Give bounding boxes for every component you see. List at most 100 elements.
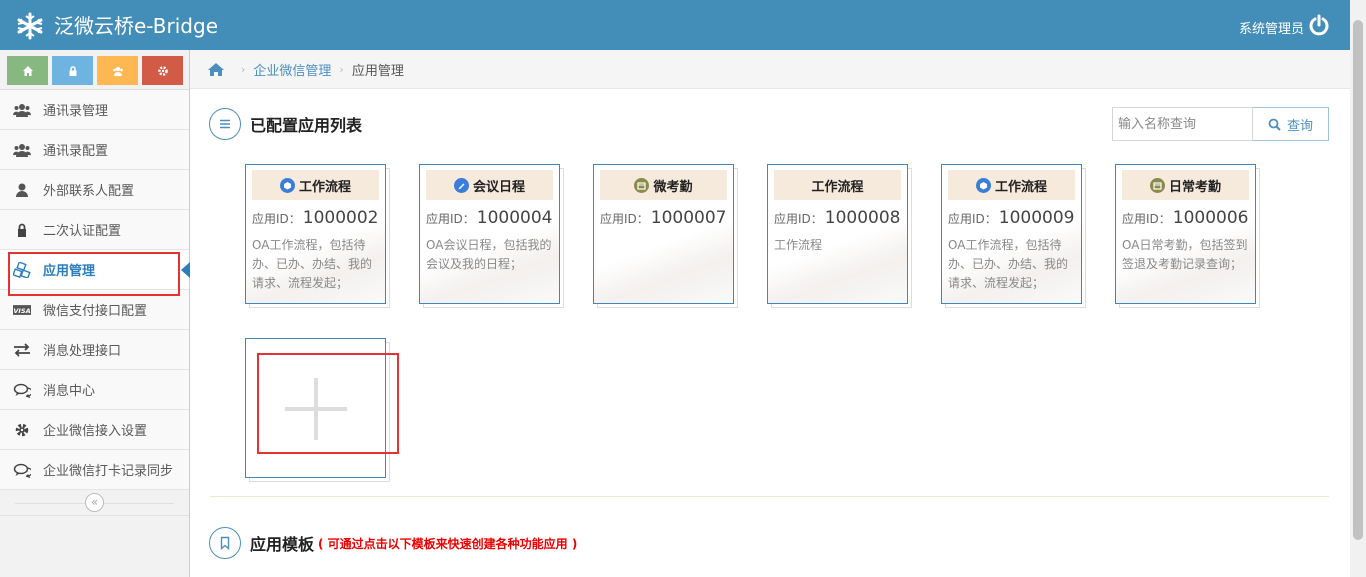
app-description: 工作流程 xyxy=(774,238,823,252)
sidebar-item-label: 微信支付接口配置 xyxy=(43,304,148,319)
sidebar-item-message-interface[interactable]: 消息处理接口 xyxy=(0,330,189,370)
user-icon xyxy=(16,183,28,197)
list-icon xyxy=(220,119,230,129)
sidebar-item-label: 消息中心 xyxy=(43,384,96,399)
app-description: OA工作流程，包括待办、已办、办结、我的请求、流程发起； xyxy=(252,238,373,290)
logo[interactable]: 泛微云桥e-Bridge xyxy=(14,11,218,41)
sidebar-collapse-row: « xyxy=(0,490,189,516)
gear-icon xyxy=(15,423,29,436)
shortcut-settings-button[interactable] xyxy=(142,56,183,85)
bookmark-icon xyxy=(220,536,230,550)
search-icon xyxy=(1268,118,1281,131)
shortcut-home-button[interactable] xyxy=(7,56,48,85)
app-card-body[interactable]: 会议日程 应用ID： 1000004 OA会议日程，包括我的会议及我的日程； xyxy=(419,164,560,304)
app-id-row: 应用ID： 1000007 xyxy=(600,208,727,228)
users-icon xyxy=(112,66,123,76)
home-icon[interactable] xyxy=(207,62,225,77)
home-icon xyxy=(22,65,33,76)
sidebar-item-wecom-clockin-sync[interactable]: 企业微信打卡记录同步 xyxy=(0,450,189,490)
app-id-value: 1000002 xyxy=(302,208,379,228)
sidebar-item-label: 二次认证配置 xyxy=(43,224,122,239)
app-card-body[interactable]: 工作流程 应用ID： 1000008 工作流程 xyxy=(767,164,908,304)
breadcrumb-item-app-manage: 应用管理 xyxy=(351,63,404,79)
lock-icon xyxy=(69,65,76,76)
sidebar-item-2fa[interactable]: 二次认证配置 xyxy=(0,210,189,250)
page-scrollbar[interactable] xyxy=(1350,0,1366,577)
app-card-header: 工作流程 xyxy=(252,170,379,200)
section-title: 已配置应用列表 xyxy=(250,116,363,135)
app-card-body[interactable]: 工作流程 应用ID： 1000002 OA工作流程，包括待办、已办、办结、我的请求… xyxy=(245,164,386,304)
power-icon[interactable] xyxy=(1308,14,1330,36)
app-id-value: 1000007 xyxy=(650,208,727,228)
app-card-body[interactable]: 工作流程 应用ID： 1000009 OA工作流程，包括待办、已办、办结、我的请求… xyxy=(941,164,1082,304)
app-search: 查询 xyxy=(1112,107,1329,141)
sidebar-item-contacts-config[interactable]: 通讯录配置 xyxy=(0,130,189,170)
shortcut-bar xyxy=(0,50,189,90)
calendar-icon xyxy=(1149,177,1165,193)
app-id-value: 1000006 xyxy=(1172,208,1249,228)
scrollbar-thumb[interactable] xyxy=(1353,20,1363,540)
app-card-header: 工作流程 xyxy=(948,170,1075,200)
app-title: 泛微云桥e-Bridge xyxy=(54,14,219,38)
app-search-input[interactable] xyxy=(1112,107,1253,141)
app-card[interactable]: 工作流程 应用ID： 1000002 OA工作流程，包括待办、已办、办结、我的请求… xyxy=(245,164,390,308)
workflow-icon xyxy=(975,177,991,193)
sidebar-item-wecom-access[interactable]: 企业微信接入设置 xyxy=(0,410,189,450)
app-id-label: 应用ID： xyxy=(1122,212,1171,226)
workflow-icon xyxy=(279,177,295,193)
search-button[interactable]: 查询 xyxy=(1253,107,1329,141)
bookmark-circle xyxy=(209,527,241,559)
main-content: › 企业微信管理 › 应用管理 已配置应用列表 查询 工作流程 应用ID：100… xyxy=(190,50,1350,577)
comments-icon xyxy=(13,383,31,398)
app-name: 微考勤 xyxy=(653,179,693,195)
app-id-label: 应用ID： xyxy=(948,212,997,226)
app-card-header: 日常考勤 xyxy=(1122,170,1249,200)
app-name: 日常考勤 xyxy=(1168,179,1221,195)
app-card-body[interactable]: 日常考勤 应用ID： 1000006 OA日常考勤，包括签到签退及考勤记录查询； xyxy=(1115,164,1256,304)
app-card[interactable]: 工作流程 应用ID： 1000008 工作流程 xyxy=(767,164,912,308)
comments-icon xyxy=(13,463,31,478)
app-name: 工作流程 xyxy=(994,179,1047,195)
top-bar: 泛微云桥e-Bridge 系统管理员 xyxy=(0,0,1350,50)
sidebar-item-message-center[interactable]: 消息中心 xyxy=(0,370,189,410)
breadcrumb: › 企业微信管理 › 应用管理 xyxy=(190,50,1350,89)
app-card-header: 微考勤 xyxy=(600,170,727,200)
sidebar: 通讯录管理 通讯录配置 外部联系人配置 二次认证配置 应用管理 VISA 微信支… xyxy=(0,50,190,577)
shortcut-users-button[interactable] xyxy=(97,56,138,85)
exchange-icon xyxy=(14,342,30,357)
list-circle xyxy=(209,108,241,140)
app-id-row: 应用ID： 1000002 xyxy=(252,208,379,228)
app-id-value: 1000004 xyxy=(476,208,553,228)
sidebar-item-external-contacts[interactable]: 外部联系人配置 xyxy=(0,170,189,210)
app-name: 工作流程 xyxy=(811,179,864,195)
section-title: 应用模板 xyxy=(250,535,315,554)
annotation-highlight-add-app xyxy=(257,353,399,454)
sidebar-item-label: 消息处理接口 xyxy=(43,344,122,359)
sidebar-item-label: 企业微信打卡记录同步 xyxy=(43,464,174,479)
sidebar-item-label: 通讯录配置 xyxy=(43,144,109,159)
app-card[interactable]: 日常考勤 应用ID： 1000006 OA日常考勤，包括签到签退及考勤记录查询； xyxy=(1115,164,1260,308)
svg-text:VISA: VISA xyxy=(13,306,30,314)
gear-icon xyxy=(157,65,168,76)
shortcut-lock-button[interactable] xyxy=(52,56,93,85)
calendar-icon xyxy=(634,177,650,193)
breadcrumb-item-wecom[interactable]: 企业微信管理 xyxy=(253,60,331,79)
sidebar-item-wechat-pay[interactable]: VISA 微信支付接口配置 xyxy=(0,290,189,330)
sidebar-collapse-button[interactable]: « xyxy=(85,493,104,512)
annotation-highlight-app-manage xyxy=(8,252,180,296)
app-id-value: 1000008 xyxy=(824,208,901,228)
app-id-label: 应用ID： xyxy=(426,212,475,226)
search-button-label: 查询 xyxy=(1286,118,1313,134)
app-card-body[interactable]: 微考勤 应用ID： 1000007 xyxy=(593,164,734,304)
app-card[interactable]: 会议日程 应用ID： 1000004 OA会议日程，包括我的会议及我的日程； xyxy=(419,164,564,308)
user-name[interactable]: 系统管理员 xyxy=(1239,18,1304,37)
app-card[interactable]: 微考勤 应用ID： 1000007 xyxy=(593,164,738,308)
sidebar-item-contacts-manage[interactable]: 通讯录管理 xyxy=(0,90,189,130)
sidebar-item-label: 企业微信接入设置 xyxy=(43,424,148,439)
app-id-value: 1000009 xyxy=(998,208,1075,228)
app-card[interactable]: 工作流程 应用ID： 1000009 OA工作流程，包括待办、已办、办结、我的请求… xyxy=(941,164,1086,308)
section-divider xyxy=(210,496,1329,497)
configured-section-header: 已配置应用列表 xyxy=(209,108,362,140)
app-card-header: 工作流程 xyxy=(774,170,901,200)
templates-section-header: 应用模板 ( 可通过点击以下模板来快速创建各种功能应用 ) xyxy=(209,527,577,559)
